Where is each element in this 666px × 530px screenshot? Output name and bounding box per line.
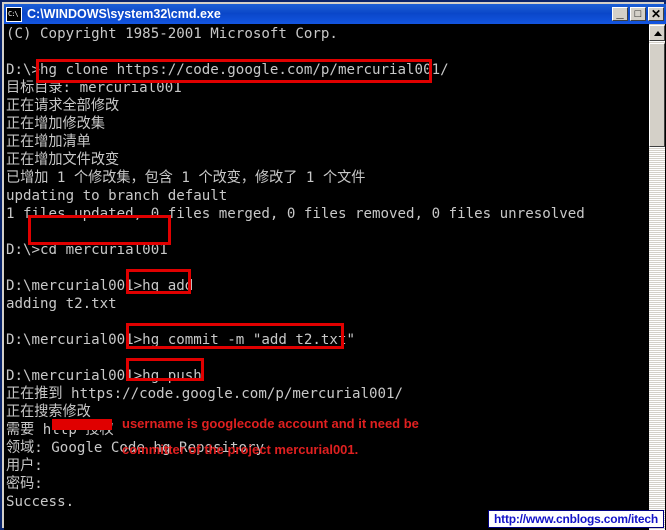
console-line: 1 files updated, 0 files merged, 0 files… [6, 206, 585, 222]
title-bar[interactable]: C:\WINDOWS\system32\cmd.exe _ □ ✕ [4, 4, 666, 24]
console-line: 目标目录: mercurial001 [6, 80, 182, 96]
maximize-icon: □ [634, 8, 642, 20]
cmd-window: C:\WINDOWS\system32\cmd.exe _ □ ✕ (C) Co… [0, 0, 666, 530]
console-line: D:\mercurial001>hg commit -m "add t2.txt… [6, 332, 355, 348]
window-title: C:\WINDOWS\system32\cmd.exe [27, 7, 221, 21]
close-button[interactable]: ✕ [648, 7, 664, 21]
console-line: 正在增加修改集 [6, 116, 105, 132]
console-line: 正在增加清单 [6, 134, 91, 150]
console-line: D:\>cd mercurial001 [6, 242, 168, 258]
console-line: D:\>hg clone https://code.google.com/p/m… [6, 62, 449, 78]
console-line: Success. [6, 494, 75, 510]
maximize-button[interactable]: □ [630, 7, 646, 21]
username-redaction [52, 419, 112, 430]
console-client-area: (C) Copyright 1985-2001 Microsoft Corp. D… [4, 24, 666, 530]
minimize-button[interactable]: _ [612, 5, 628, 21]
console-line: 用户: [6, 458, 43, 474]
console-line: updating to branch default [6, 188, 228, 204]
console-line: (C) Copyright 1985-2001 Microsoft Corp. [6, 26, 338, 42]
watermark-url: http://www.cnblogs.com/itech [488, 510, 664, 528]
console-line: adding t2.txt [6, 296, 117, 312]
minimize-icon: _ [616, 5, 624, 20]
scroll-up-arrow-icon[interactable] [649, 25, 665, 41]
console-line: 正在推到 https://code.google.com/p/mercurial… [6, 386, 404, 402]
close-icon: ✕ [650, 7, 662, 21]
annotation-note-line-2: committer of the project mercurial001. [122, 442, 359, 457]
annotation-note-line-1: username is googlecode account and it ne… [122, 416, 419, 431]
scrollbar-thumb[interactable] [649, 43, 665, 147]
console-line: D:\mercurial001>hg add [6, 278, 194, 294]
console-output[interactable]: (C) Copyright 1985-2001 Microsoft Corp. D… [4, 24, 648, 530]
console-line: 密码: [6, 476, 43, 492]
console-line: 正在请求全部修改 [6, 98, 120, 114]
console-line: 正在增加文件改变 [6, 152, 120, 168]
console-line: D:\mercurial001>hg push [6, 368, 202, 384]
cmd-console-icon [6, 6, 22, 22]
console-line: 已增加 1 个修改集，包含 1 个改变，修改了 1 个文件 [6, 170, 366, 186]
vertical-scrollbar[interactable] [648, 24, 666, 530]
